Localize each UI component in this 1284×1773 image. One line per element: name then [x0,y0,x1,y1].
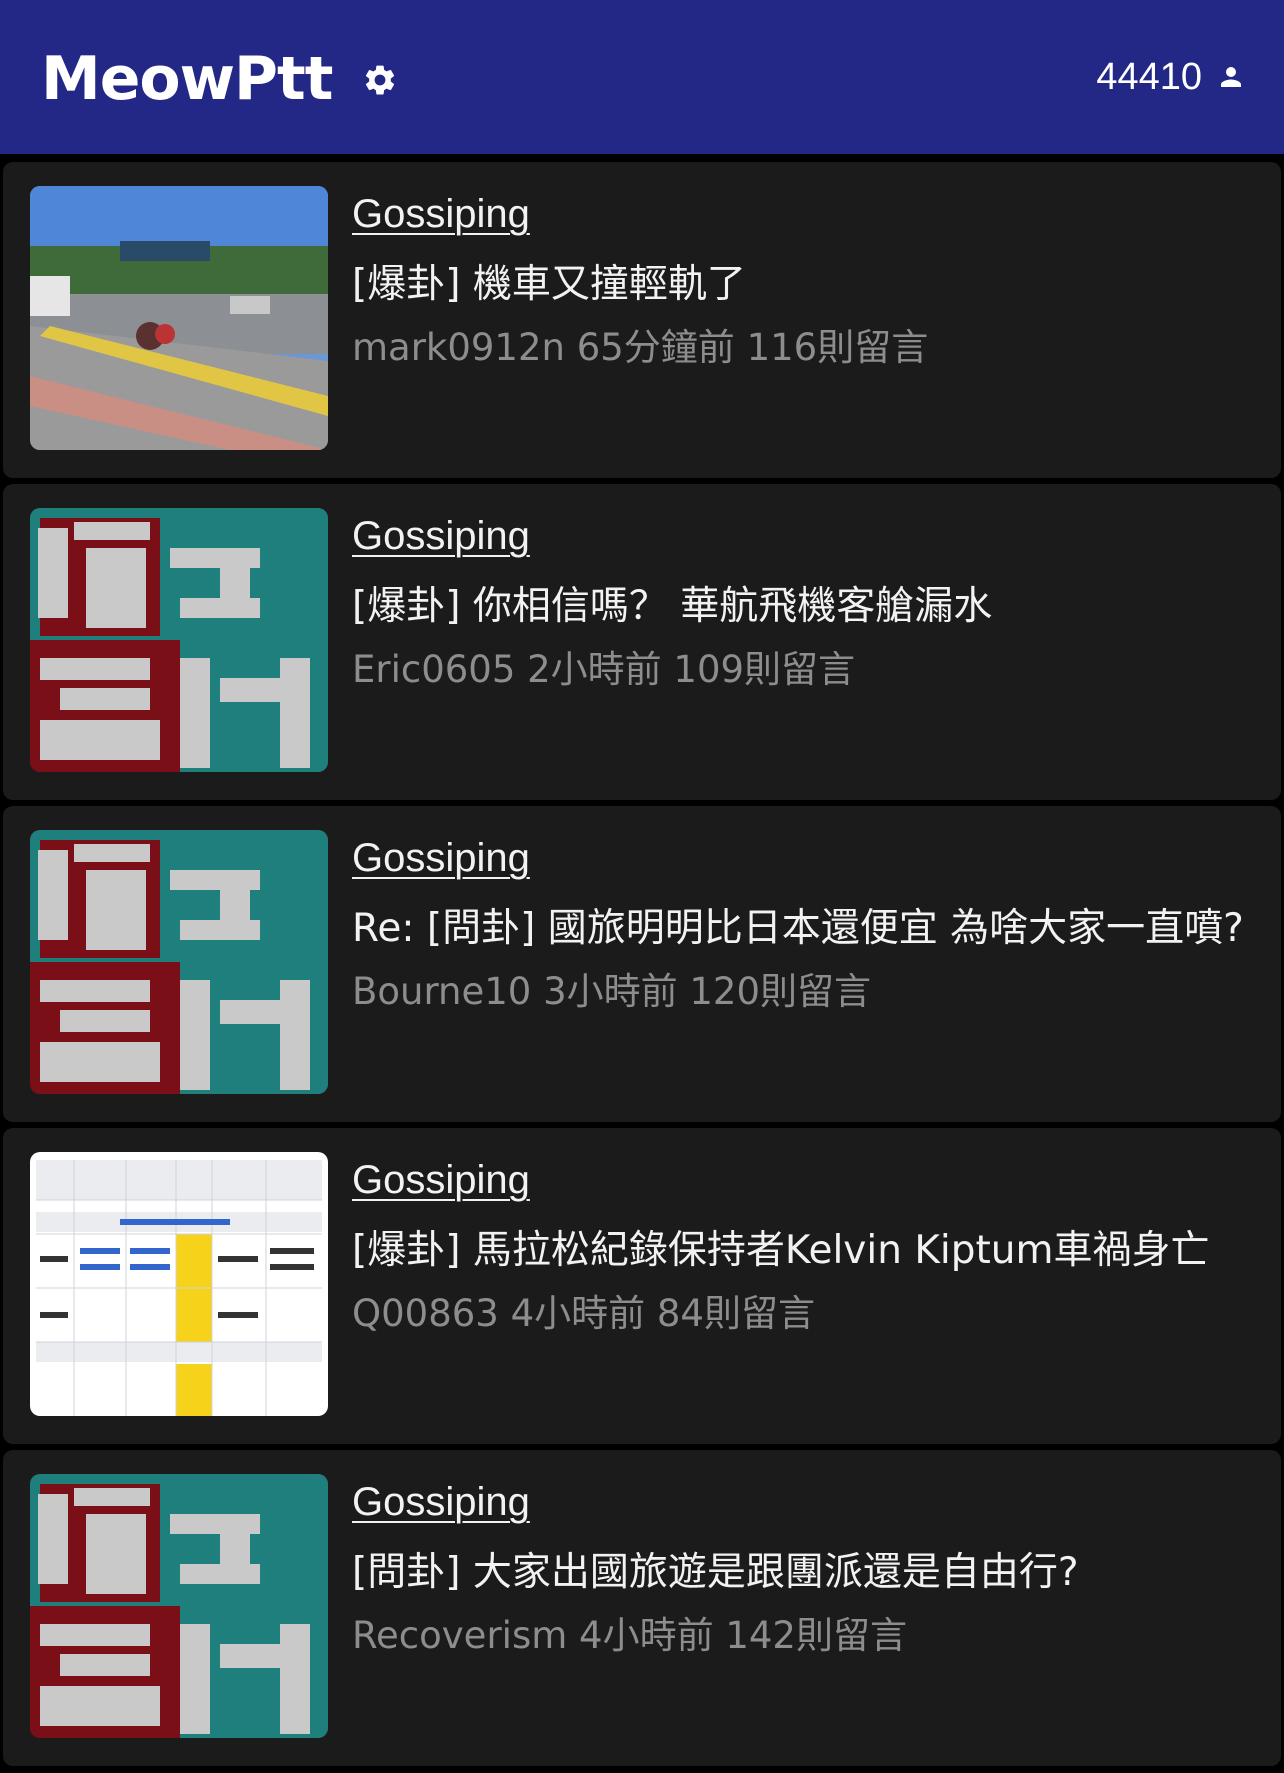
post-meta: Q00863 4小時前 84則留言 [352,1292,815,1335]
app-title[interactable]: MeowPtt [41,44,333,114]
post-title[interactable]: [問卦] 大家出國旅遊是跟團派還是自由行? [352,1542,1252,1604]
gear-icon[interactable] [362,62,398,98]
post-card[interactable]: Gossiping [爆卦] 你相信嗎？ 華航飛機客艙漏水 Eric0605 2… [3,484,1281,800]
post-thumbnail [30,1152,328,1416]
post-meta: Bourne10 3小時前 120則留言 [352,970,872,1013]
post-card[interactable]: Gossiping [爆卦] 馬拉松紀錄保持者Kelvin Kiptum車禍身亡… [3,1128,1281,1444]
board-link[interactable]: Gossiping [352,512,530,560]
board-link[interactable]: Gossiping [352,1478,530,1526]
post-meta: mark0912n 65分鐘前 116則留言 [352,326,929,369]
post-title[interactable]: [爆卦] 你相信嗎？ 華航飛機客艙漏水 [352,576,1252,638]
post-thumbnail [30,508,328,772]
post-title[interactable]: [爆卦] 馬拉松紀錄保持者Kelvin Kiptum車禍身亡 [352,1220,1252,1282]
app-header: MeowPtt 44410 [0,0,1284,154]
board-link[interactable]: Gossiping [352,190,530,238]
board-link[interactable]: Gossiping [352,834,530,882]
post-meta: Eric0605 2小時前 109則留言 [352,648,856,691]
post-thumbnail [30,186,328,450]
online-user-count: 44410 [1096,55,1202,98]
post-card[interactable]: Gossiping [爆卦] 機車又撞輕軌了 mark0912n 65分鐘前 1… [3,162,1281,478]
board-link[interactable]: Gossiping [352,1156,530,1204]
post-meta: Recoverism 4小時前 142則留言 [352,1614,907,1657]
user-count-button[interactable]: 44410 [1096,52,1246,102]
post-card[interactable]: Gossiping [問卦] 大家出國旅遊是跟團派還是自由行? Recoveri… [3,1450,1281,1766]
post-thumbnail [30,1474,328,1738]
person-icon [1221,67,1241,87]
post-title[interactable]: [爆卦] 機車又撞輕軌了 [352,254,1252,316]
post-thumbnail [30,830,328,1094]
post-card[interactable]: Gossiping Re: [問卦] 國旅明明比日本還便宜 為啥大家一直噴? B… [3,806,1281,1122]
post-title[interactable]: Re: [問卦] 國旅明明比日本還便宜 為啥大家一直噴? [352,898,1252,960]
